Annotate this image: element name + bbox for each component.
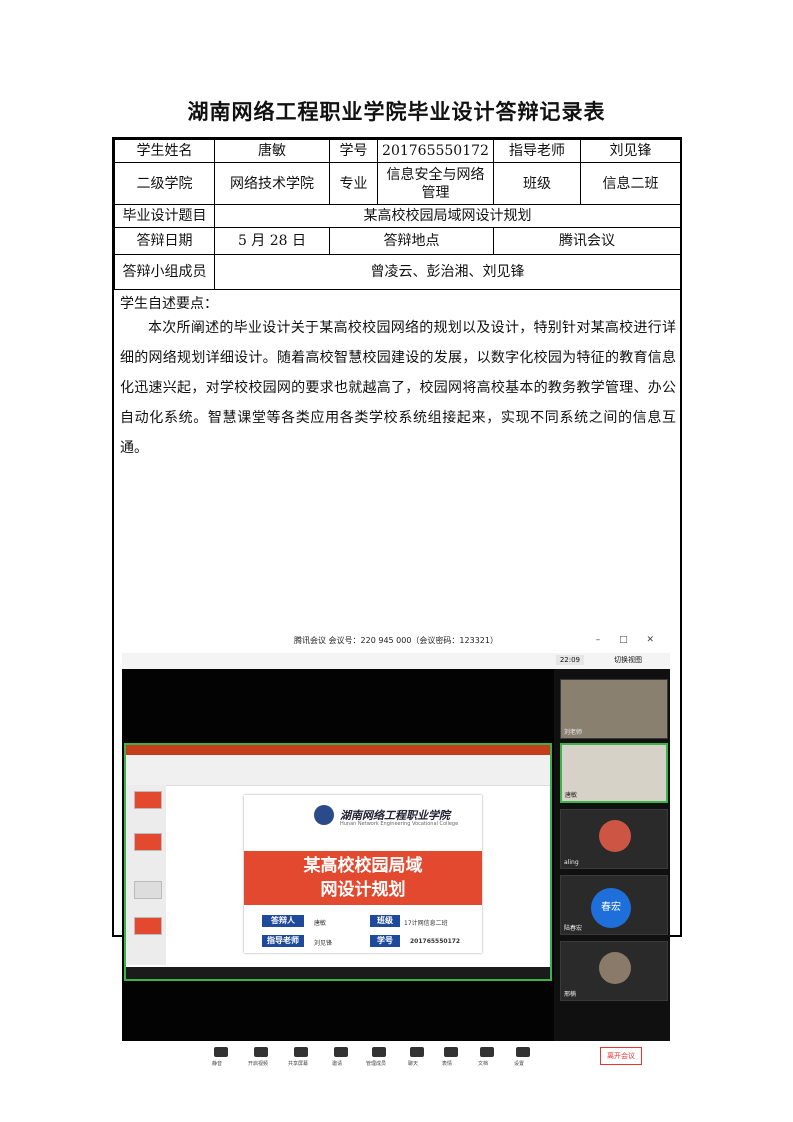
slide-title-line2: 网设计规划 — [320, 880, 406, 900]
toolbar-label: 设置 — [514, 1061, 525, 1067]
topic-label: 毕业设计题目 — [114, 204, 215, 228]
share-screen-icon — [294, 1047, 308, 1057]
class-label: 班级 — [493, 162, 581, 205]
slide-id-value: 201765550172 — [410, 938, 461, 945]
student-id-value: 201765550172 — [377, 139, 494, 163]
slide-school-english: Hunan Network Engineering Vocational Col… — [340, 821, 459, 827]
slide-thumbnail — [134, 881, 162, 899]
participant-name: aling — [564, 859, 579, 866]
document-icon — [480, 1047, 494, 1057]
toolbar-label: 文档 — [478, 1061, 489, 1067]
meeting-window-title: 腾讯会议 会议号：220 945 000（会议密码：123321） — [294, 636, 498, 645]
major-value: 信息安全与网络管理 — [377, 162, 494, 205]
toolbar-label: 静音 — [212, 1061, 223, 1067]
record-form: 学生姓名 唐敏 学号 201765550172 指导老师 刘见锋 二级学院 网络… — [112, 137, 682, 1071]
date-label: 答辩日期 — [114, 227, 215, 255]
toolbar-label: 表情 — [442, 1061, 453, 1067]
participant-tile: 唐敏 — [560, 743, 668, 803]
topic-value: 某高校校园局域网设计规划 — [214, 204, 681, 228]
slide-defender-label: 答辩人 — [262, 915, 304, 927]
school-logo-icon — [314, 805, 334, 825]
slide-thumbnail — [134, 833, 162, 851]
powerpoint-window: 湖南网络工程职业学院 Hunan Network Engineering Voc… — [124, 743, 552, 981]
window-controls-icon: – □ ✕ — [595, 635, 662, 645]
participant-name: 刘老师 — [564, 729, 583, 736]
slide-title-line1: 某高校校园局域 — [303, 856, 423, 876]
slide-thumbnail — [134, 791, 162, 809]
advisor-label: 指导老师 — [493, 139, 581, 163]
self-statement-label: 学生自述要点： — [120, 296, 218, 312]
participant-tile: 邢楠 — [560, 941, 668, 1001]
settings-icon — [516, 1047, 530, 1057]
slide-advisor-value: 刘见锋 — [314, 940, 333, 947]
advisor-value: 刘见锋 — [580, 139, 681, 163]
windows-taskbar — [126, 967, 550, 979]
emoji-icon — [444, 1047, 458, 1057]
toolbar-label: 共享屏幕 — [288, 1061, 309, 1067]
student-name-label: 学生姓名 — [114, 139, 215, 163]
ppt-toolbar — [126, 755, 550, 786]
participant-list: 刘老师 唐敏 aling 春宏 陆春宏 邢楠 — [554, 669, 670, 1041]
major-label: 专业 — [329, 162, 378, 205]
college-value: 网络技术学院 — [214, 162, 330, 205]
meeting-clock: 22:09 — [555, 655, 584, 665]
panel-label: 答辩小组成员 — [114, 254, 215, 290]
participant-tile: 刘老师 — [560, 679, 668, 739]
participant-avatar — [599, 820, 631, 852]
leave-meeting-button: 离开会议 — [600, 1047, 642, 1065]
ppt-slide-list — [126, 785, 166, 965]
student-name-value: 唐敏 — [214, 139, 330, 163]
ppt-ribbon — [126, 745, 550, 755]
participant-tile: aling — [560, 809, 668, 869]
self-statement-section: 学生自述要点： 本次所阐述的毕业设计关于某高校校园网络的规划以及设计，特别针对某… — [114, 289, 680, 1071]
participant-tile: 春宏 陆春宏 — [560, 875, 668, 935]
slide-thumbnail — [134, 917, 162, 935]
mute-icon — [214, 1047, 228, 1057]
slide-defender-value: 唐敏 — [314, 920, 327, 927]
participant-name: 邢楠 — [564, 991, 577, 998]
toolbar-label: 开启视频 — [248, 1061, 269, 1067]
shared-screen-area: 湖南网络工程职业学院 Hunan Network Engineering Voc… — [122, 669, 554, 1041]
participant-avatar — [599, 952, 631, 984]
participant-avatar: 春宏 — [591, 888, 631, 928]
chat-icon — [410, 1047, 424, 1057]
participant-name: 唐敏 — [565, 792, 578, 799]
info-table: 学生姓名 唐敏 学号 201765550172 指导老师 刘见锋 二级学院 网络… — [114, 139, 681, 290]
switch-view-button: 切换视图 — [614, 656, 642, 664]
student-id-label: 学号 — [329, 139, 378, 163]
toolbar-label: 邀请 — [332, 1061, 343, 1067]
toolbar-label: 管理成员 — [366, 1061, 387, 1067]
slide-class-value: 17计网信息二班 — [404, 920, 448, 927]
slide-advisor-label: 指导老师 — [262, 935, 304, 947]
members-icon — [372, 1047, 386, 1057]
slide-id-label: 学号 — [370, 935, 400, 947]
slide-class-label: 班级 — [370, 915, 400, 927]
panel-value: 曾凌云、彭治湘、刘见锋 — [214, 254, 681, 290]
toolbar-label: 聊天 — [408, 1061, 419, 1067]
date-value: 5 月 28 日 — [214, 227, 330, 255]
slide-title: 某高校校园局域 网设计规划 — [244, 851, 482, 905]
invite-icon — [334, 1047, 348, 1057]
self-statement-body: 本次所阐述的毕业设计关于某高校校园网络的规划以及设计，特别针对某高校进行详细的网… — [120, 320, 676, 456]
meeting-toolbar: 静音 开启视频 共享屏幕 邀请 管理成员 聊天 表情 文档 设置 离开会议 — [122, 1041, 670, 1071]
class-value: 信息二班 — [580, 162, 681, 205]
meeting-screenshot: 腾讯会议 会议号：220 945 000（会议密码：123321） – □ ✕ … — [122, 631, 670, 1071]
document-title: 湖南网络工程职业学院毕业设计答辩记录表 — [187, 99, 606, 124]
video-icon — [254, 1047, 268, 1057]
title-slide: 湖南网络工程职业学院 Hunan Network Engineering Voc… — [244, 795, 482, 953]
place-label: 答辩地点 — [329, 227, 494, 255]
place-value: 腾讯会议 — [493, 227, 681, 255]
college-label: 二级学院 — [114, 162, 215, 205]
meeting-status-bar — [122, 653, 670, 669]
participant-name: 陆春宏 — [564, 925, 583, 932]
